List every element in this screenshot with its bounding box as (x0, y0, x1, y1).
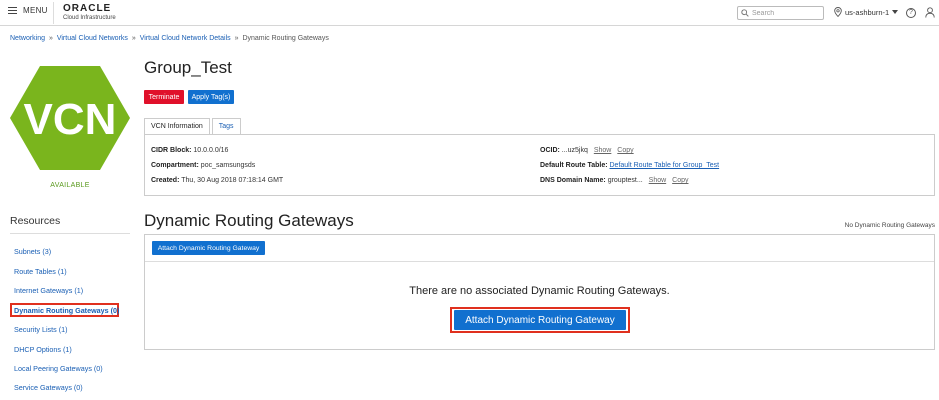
resource-security-lists[interactable]: Security Lists (1) (14, 325, 68, 334)
location-pin-icon (834, 7, 842, 17)
terminate-button[interactable]: Terminate (144, 90, 184, 104)
resource-subnets[interactable]: Subnets (3) (14, 247, 51, 256)
vcn-information-panel: CIDR Block: 10.0.0.0/16 Compartment: poc… (144, 134, 935, 196)
help-icon[interactable]: ? (906, 8, 916, 18)
drg-panel: Attach Dynamic Routing Gateway There are… (144, 234, 935, 350)
search-icon (741, 9, 749, 17)
breadcrumb-current: Dynamic Routing Gateways (242, 35, 329, 42)
created-label: Created: (151, 177, 180, 184)
breadcrumb-vcn-details[interactable]: Virtual Cloud Network Details (140, 35, 231, 42)
breadcrumb-virtual-cloud-networks[interactable]: Virtual Cloud Networks (57, 35, 128, 42)
created-value: Thu, 30 Aug 2018 07:18:14 GMT (181, 177, 284, 184)
top-navigation-bar: MENU ORACLE Cloud Infrastructure us-ashb… (0, 0, 939, 26)
breadcrumb: Networking » Virtual Cloud Networks » Vi… (10, 35, 329, 42)
resource-route-tables[interactable]: Route Tables (1) (14, 267, 67, 276)
empty-state-message: There are no associated Dynamic Routing … (409, 285, 670, 297)
user-icon[interactable] (925, 7, 935, 18)
resources-divider (10, 233, 130, 234)
vcn-status: AVAILABLE (50, 182, 90, 189)
breadcrumb-separator: » (131, 35, 136, 42)
resource-service-gateways[interactable]: Service Gateways (0) (14, 383, 83, 392)
search-box[interactable] (737, 6, 824, 20)
oracle-logo[interactable]: ORACLE Cloud Infrastructure (63, 3, 116, 22)
menu-label: MENU (23, 6, 48, 15)
attach-drg-button[interactable]: Attach Dynamic Routing Gateway (454, 310, 626, 330)
breadcrumb-separator: » (234, 35, 239, 42)
compartment-value: poc_samsungsds (200, 162, 256, 169)
brand-name: ORACLE (63, 3, 112, 14)
ocid-label: OCID: (540, 147, 560, 154)
ocid-row: OCID: ...uz5jkq Show Copy (540, 147, 634, 154)
route-table-label: Default Route Table: (540, 162, 608, 169)
menu-button[interactable]: MENU (8, 6, 48, 15)
resources-title: Resources (10, 215, 61, 227)
ocid-copy-link[interactable]: Copy (617, 147, 633, 154)
dns-domain-row: DNS Domain Name: grouptest... Show Copy (540, 177, 688, 184)
breadcrumb-separator: » (48, 35, 53, 42)
ocid-show-link[interactable]: Show (594, 147, 612, 154)
resource-internet-gateways[interactable]: Internet Gateways (1) (14, 286, 83, 295)
dns-show-link[interactable]: Show (649, 177, 667, 184)
compartment-label: Compartment: (151, 162, 199, 169)
route-table-link[interactable]: Default Route Table for Group_Test (610, 162, 720, 169)
drg-section-title: Dynamic Routing Gateways (144, 211, 354, 230)
region-label: us-ashburn-1 (845, 7, 890, 17)
tab-vcn-information[interactable]: VCN Information (144, 118, 210, 134)
dns-copy-link[interactable]: Copy (672, 177, 688, 184)
detail-tabs: VCN Information Tags (144, 118, 243, 134)
apply-tags-button[interactable]: Apply Tag(s) (188, 90, 234, 104)
header-divider (53, 2, 54, 24)
default-route-table-row: Default Route Table: Default Route Table… (540, 162, 719, 169)
resource-dhcp-options[interactable]: DHCP Options (1) (14, 345, 72, 354)
hamburger-icon (8, 7, 17, 14)
vcn-badge-text: VCN (24, 95, 117, 144)
cidr-value: 10.0.0.0/16 (193, 147, 229, 154)
dns-label: DNS Domain Name: (540, 177, 606, 184)
attach-drg-toolbar-button[interactable]: Attach Dynamic Routing Gateway (152, 241, 265, 255)
toolbar-divider (145, 261, 934, 262)
ocid-value: ...uz5jkq (561, 147, 588, 154)
cidr-block-row: CIDR Block: 10.0.0.0/16 (151, 147, 228, 154)
page-title: Group_Test (144, 58, 232, 77)
region-selector[interactable]: us-ashburn-1 (834, 7, 899, 17)
cidr-label: CIDR Block: (151, 147, 192, 154)
compartment-row: Compartment: poc_samsungsds (151, 162, 255, 169)
chevron-down-icon (892, 10, 899, 14)
drg-count-note: No Dynamic Routing Gateways (844, 222, 935, 229)
brand-subtitle: Cloud Infrastructure (63, 15, 116, 21)
created-row: Created: Thu, 30 Aug 2018 07:18:14 GMT (151, 177, 283, 184)
dns-value: grouptest... (607, 177, 643, 184)
resource-local-peering-gateways[interactable]: Local Peering Gateways (0) (14, 364, 103, 373)
breadcrumb-networking[interactable]: Networking (10, 35, 45, 42)
tab-tags[interactable]: Tags (211, 118, 241, 134)
search-input[interactable] (752, 9, 822, 17)
vcn-hexagon-icon: VCN (10, 66, 130, 170)
resource-dynamic-routing-gateways[interactable]: Dynamic Routing Gateways (0) (14, 306, 119, 315)
